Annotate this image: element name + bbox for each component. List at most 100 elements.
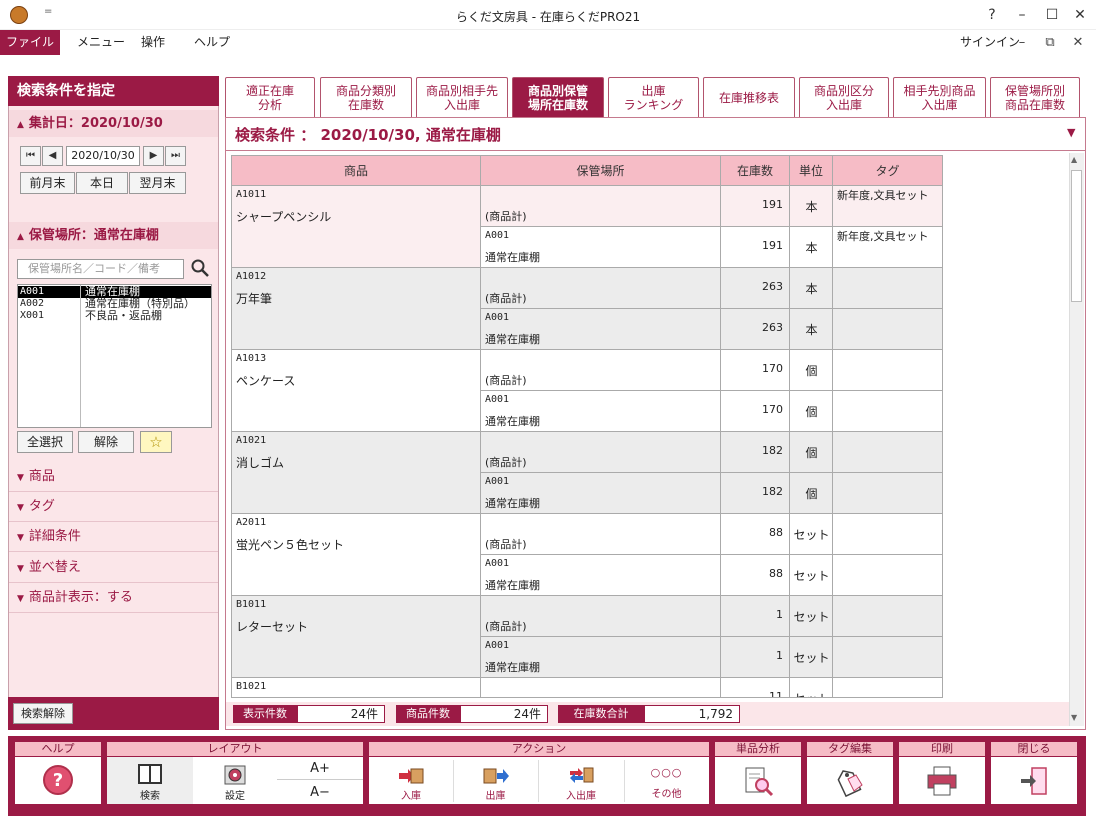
tab-product-location-stock[interactable]: 商品別保管 場所在庫数 (512, 77, 604, 117)
print-button[interactable] (899, 757, 985, 804)
unit-cell[interactable]: 本 (790, 309, 833, 350)
tag-cell[interactable] (833, 678, 942, 697)
tag-edit-button[interactable] (807, 757, 893, 804)
tag-cell[interactable] (833, 391, 942, 432)
unit-cell[interactable]: 本 (790, 268, 833, 309)
location-subtotal-cell[interactable] (481, 678, 721, 697)
column-header-product[interactable]: 商品 (232, 156, 481, 186)
location-cell[interactable]: A001 通常在庫棚 (481, 391, 721, 432)
unit-cell[interactable]: 個 (790, 473, 833, 514)
unit-cell[interactable]: 個 (790, 391, 833, 432)
quantity-cell[interactable]: 182 (721, 473, 790, 514)
subtotal-section-header[interactable]: ▼ 商品計表示：する (9, 583, 218, 613)
settings-button[interactable]: 設定 (193, 757, 277, 804)
product-cell[interactable]: B1011 レターセット (232, 596, 481, 678)
unit-cell[interactable]: セット (790, 678, 833, 697)
tag-cell[interactable] (833, 637, 942, 678)
menu-file[interactable]: ファイル (0, 30, 60, 55)
tag-cell[interactable] (833, 268, 942, 309)
tab-category-stock[interactable]: 商品分類別 在庫数 (320, 77, 412, 117)
tag-cell[interactable] (833, 514, 942, 555)
search-icon[interactable] (190, 258, 210, 278)
doc-restore-button[interactable]: ⧉ (1038, 30, 1062, 55)
quantity-cell[interactable]: 263 (721, 268, 790, 309)
unit-cell[interactable]: セット (790, 596, 833, 637)
select-all-button[interactable]: 全選択 (17, 431, 73, 453)
tab-product-partner-io[interactable]: 商品別相手先 入出庫 (416, 77, 508, 117)
column-header-unit[interactable]: 単位 (790, 156, 833, 186)
column-header-location[interactable]: 保管場所 (481, 156, 721, 186)
location-search-input[interactable]: 保管場所名／コード／備考 (17, 259, 184, 279)
maximize-button[interactable]: ☐ (1038, 4, 1066, 26)
column-header-quantity[interactable]: 在庫数 (721, 156, 790, 186)
product-cell[interactable]: A1012 万年筆 (232, 268, 481, 350)
tab-product-type-io[interactable]: 商品別区分 入出庫 (799, 77, 889, 117)
product-cell[interactable]: A2011 蛍光ペン５色セット (232, 514, 481, 596)
date-next-button[interactable]: ▶ (143, 146, 164, 166)
location-cell[interactable]: A001 通常在庫棚 (481, 227, 721, 268)
tag-cell[interactable] (833, 555, 942, 596)
quantity-cell[interactable]: 11 (721, 678, 790, 697)
unit-cell[interactable]: 個 (790, 432, 833, 473)
tag-cell[interactable]: 新年度,文具セット (833, 186, 942, 227)
product-section-header[interactable]: ▼ 商品 (9, 462, 218, 492)
minimize-button[interactable]: – (1008, 4, 1036, 26)
menu-operation[interactable]: 操作 (141, 30, 165, 55)
doc-minimize-button[interactable]: – (1010, 30, 1034, 55)
location-subtotal-cell[interactable]: (商品計) (481, 432, 721, 473)
location-cell[interactable]: A001 通常在庫棚 (481, 637, 721, 678)
favorite-star-icon[interactable]: ☆ (140, 431, 172, 453)
prev-month-end-button[interactable]: 前月末 (20, 172, 75, 194)
close-window-button[interactable]: ✕ (1066, 4, 1094, 26)
tag-cell[interactable] (833, 432, 942, 473)
tab-proper-stock[interactable]: 適正在庫 分析 (225, 77, 315, 117)
help-button[interactable]: ? (15, 757, 101, 804)
tag-cell[interactable] (833, 473, 942, 514)
location-cell[interactable]: A001 通常在庫棚 (481, 473, 721, 514)
location-subtotal-cell[interactable]: (商品計) (481, 514, 721, 555)
font-decrease-button[interactable]: A− (277, 781, 363, 804)
sort-section-header[interactable]: ▼ 並べ替え (9, 553, 218, 583)
tab-shipping-ranking[interactable]: 出庫 ランキング (608, 77, 699, 117)
unit-cell[interactable]: セット (790, 555, 833, 596)
detail-section-header[interactable]: ▼ 詳細条件 (9, 522, 218, 552)
quantity-cell[interactable]: 191 (721, 227, 790, 268)
unit-cell[interactable]: 本 (790, 227, 833, 268)
scroll-down-icon[interactable]: ▼ (1071, 713, 1077, 722)
column-header-tag[interactable]: タグ (833, 156, 942, 186)
today-button[interactable]: 本日 (76, 172, 128, 194)
location-subtotal-cell[interactable]: (商品計) (481, 596, 721, 637)
quantity-cell[interactable]: 88 (721, 514, 790, 555)
location-subtotal-cell[interactable]: (商品計) (481, 268, 721, 309)
location-list[interactable]: A001 通常在庫棚 A002 通常在庫棚（特別品） X001 不良品・返品棚 (17, 284, 212, 428)
tag-cell[interactable] (833, 309, 942, 350)
unit-cell[interactable]: 個 (790, 350, 833, 391)
quantity-cell[interactable]: 1 (721, 637, 790, 678)
other-action-button[interactable]: ○○○ その他 (624, 757, 709, 804)
scroll-up-icon[interactable]: ▲ (1071, 155, 1077, 164)
tag-cell[interactable] (833, 350, 942, 391)
scrollbar-thumb[interactable] (1071, 170, 1082, 302)
stock-inout-button[interactable]: 入出庫 (538, 757, 624, 804)
close-button[interactable] (991, 757, 1077, 804)
single-analysis-button[interactable] (715, 757, 801, 804)
unit-cell[interactable]: セット (790, 637, 833, 678)
quantity-cell[interactable]: 263 (721, 309, 790, 350)
quantity-cell[interactable]: 170 (721, 350, 790, 391)
font-increase-button[interactable]: A+ (277, 757, 363, 780)
tab-stock-transition[interactable]: 在庫推移表 (703, 77, 795, 117)
location-cell[interactable]: A001 通常在庫棚 (481, 309, 721, 350)
date-last-button[interactable]: ⏭ (165, 146, 186, 166)
location-subtotal-cell[interactable]: (商品計) (481, 350, 721, 391)
date-input[interactable]: 2020/10/30 (66, 146, 140, 166)
date-prev-button[interactable]: ◀ (42, 146, 63, 166)
help-icon[interactable]: ? (978, 4, 1006, 26)
quantity-cell[interactable]: 191 (721, 186, 790, 227)
next-month-end-button[interactable]: 翌月末 (129, 172, 186, 194)
release-button[interactable]: 解除 (78, 431, 134, 453)
quantity-cell[interactable]: 170 (721, 391, 790, 432)
product-cell[interactable]: A1013 ペンケース (232, 350, 481, 432)
quantity-cell[interactable]: 1 (721, 596, 790, 637)
search-layout-button[interactable]: 検索 (107, 757, 193, 804)
location-section-header[interactable]: ▲ 保管場所：通常在庫棚 (9, 222, 218, 249)
